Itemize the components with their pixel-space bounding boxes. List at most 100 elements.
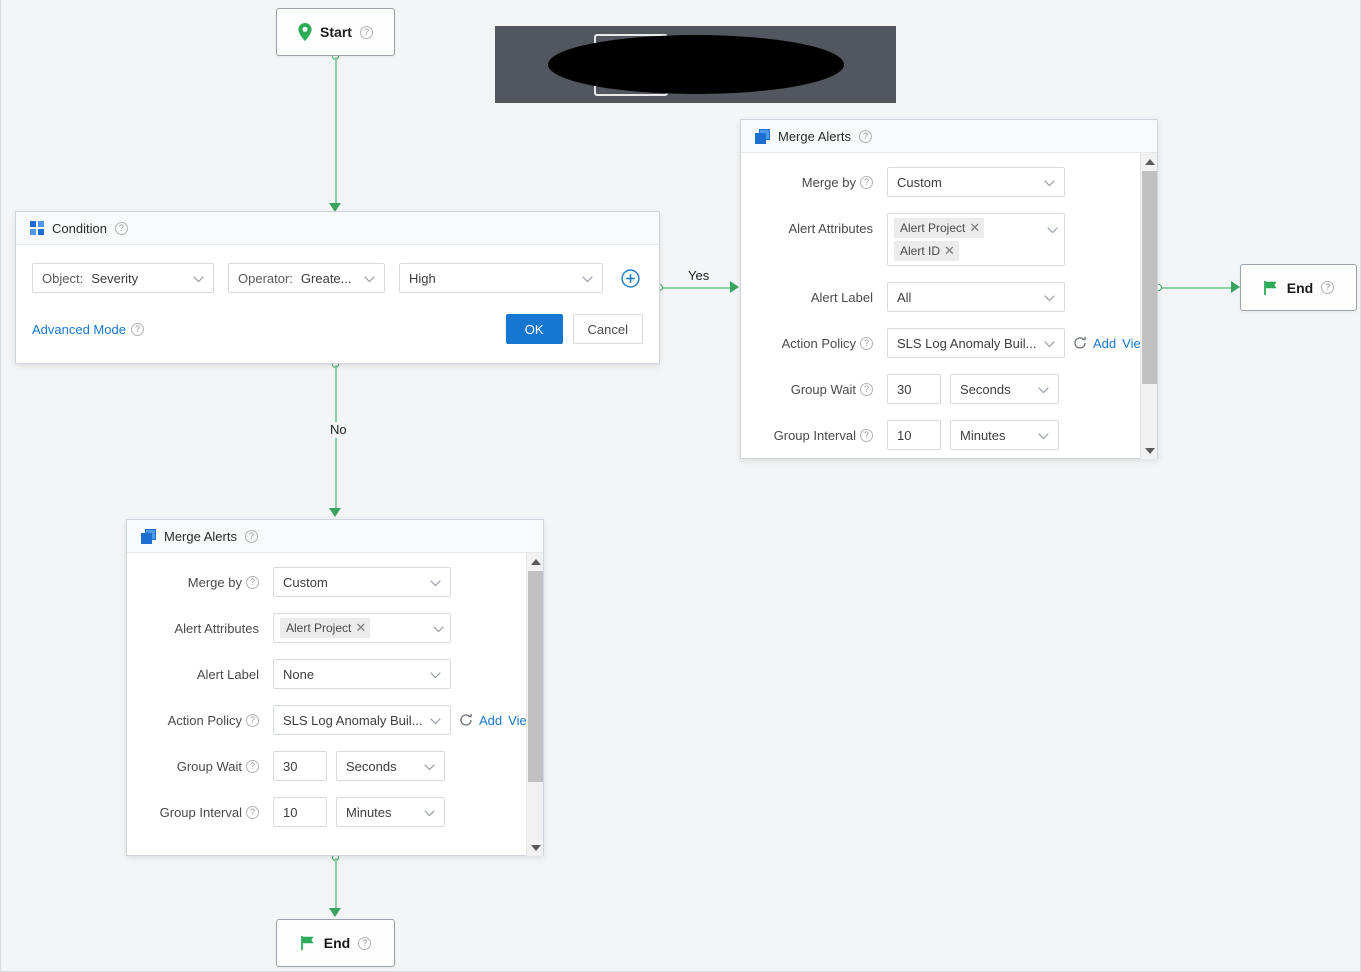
group-wait-help-icon[interactable]: ? [246,759,259,773]
merge-top-scrollbar[interactable] [1140,153,1157,459]
chevron-down-icon [364,271,375,286]
merge-top-merge-by-row: Merge by ? Custom [741,167,1157,197]
group-wait-help-icon[interactable]: ? [860,382,873,396]
cancel-button[interactable]: Cancel [572,314,643,344]
merge-top-alert-label-select[interactable]: All [887,282,1065,312]
merge-top-scrollbar-thumb[interactable] [1142,171,1157,384]
merge-top-alert-label-label-wrap: Alert Label [741,290,873,305]
attribute-tag-label: Alert ID [900,244,941,258]
remove-tag-icon[interactable]: ✕ [355,620,366,636]
merge-by-help-icon[interactable]: ? [246,575,259,589]
attribute-tag-label: Alert Project [900,221,966,235]
end-node-right-label: End [1286,279,1314,296]
merge-bottom-group-interval-value: 10 [283,804,298,820]
merge-top-action-policy-select[interactable]: SLS Log Anomaly Buil... [887,328,1065,358]
merge-bottom-group-interval-input[interactable]: 10 [273,797,327,827]
merge-bottom-title: Merge Alerts [164,528,237,544]
scroll-up-arrow-icon[interactable] [1141,153,1158,170]
start-node-label: Start [320,24,352,40]
merge-top-help-icon[interactable]: ? [858,129,872,143]
chevron-down-icon [1044,290,1055,305]
operator-select[interactable]: Operator: Greate... [228,263,385,293]
edge-merge-top-to-end [1162,286,1232,289]
merge-top-group-wait-input[interactable]: 30 [887,374,941,404]
grid-squares-icon [30,221,44,235]
ok-button[interactable]: OK [505,314,563,344]
merge-squares-icon [755,128,770,144]
merge-bottom-scrollbar-thumb[interactable] [528,571,543,782]
scroll-down-arrow-icon[interactable] [527,839,544,856]
merge-bottom-group-wait-unit-select[interactable]: Seconds [336,751,445,781]
scroll-up-arrow-icon[interactable] [527,553,544,570]
action-policy-add-link[interactable]: Add [1093,336,1116,351]
merge-top-attributes-row: Alert Attributes Alert Project ✕ Alert I… [741,213,1157,266]
attribute-tag[interactable]: Alert ID ✕ [894,241,959,261]
merge-top-group-interval-input[interactable]: 10 [887,420,941,450]
remove-tag-icon[interactable]: ✕ [944,243,955,259]
merge-bottom-alert-label-row: Alert Label None [127,659,543,689]
refresh-icon[interactable] [459,713,473,727]
action-policy-help-icon[interactable]: ? [860,336,873,350]
merge-top-group-wait-unit-select[interactable]: Seconds [950,374,1059,404]
merge-top-attributes-label: Alert Attributes [788,220,873,236]
merge-bottom-group-wait-input[interactable]: 30 [273,751,327,781]
plus-circle-icon[interactable] [621,268,640,288]
merge-alerts-panel-bottom[interactable]: Merge Alerts ? Merge by ? Custom Alert A… [126,519,544,856]
merge-top-merge-by-select[interactable]: Custom [887,167,1065,197]
workflow-canvas[interactable]: Yes No Start ? Condition ? Object: Sever… [1,0,1360,971]
merge-bottom-body: Merge by ? Custom Alert Attributes Alert… [127,553,543,856]
merge-top-group-wait-value: 30 [897,381,912,397]
merge-top-attributes-select[interactable]: Alert Project ✕ Alert ID ✕ [887,213,1065,266]
condition-help-icon[interactable]: ? [114,221,128,235]
action-policy-help-icon[interactable]: ? [246,713,259,727]
end-node-bottom[interactable]: End ? [276,919,395,967]
merge-alerts-panel-top[interactable]: Merge Alerts ? Merge by ? Custom Alert A… [740,119,1158,459]
chevron-down-icon [1044,175,1055,190]
group-interval-help-icon[interactable]: ? [860,428,873,442]
group-interval-help-icon[interactable]: ? [246,805,259,819]
merge-top-group-wait-label-wrap: Group Wait ? [741,382,873,397]
merge-bottom-group-interval-unit-select[interactable]: Minutes [336,797,445,827]
redaction-mask [548,35,844,94]
merge-bottom-attributes-select[interactable]: Alert Project ✕ [273,613,451,643]
condition-panel[interactable]: Condition ? Object: Severity Operator: G… [15,211,660,364]
chevron-down-icon [430,575,441,590]
refresh-icon[interactable] [1073,336,1087,350]
object-select[interactable]: Object: Severity [32,263,214,293]
remove-tag-icon[interactable]: ✕ [969,220,980,236]
merge-top-alert-label-value: All [897,289,912,305]
merge-bottom-scrollbar[interactable] [526,553,543,856]
chevron-down-icon [1038,382,1049,397]
flag-icon [1263,280,1279,296]
value-select-value: High [409,270,436,286]
end-right-help-icon[interactable]: ? [1321,281,1335,294]
scroll-down-arrow-icon[interactable] [1141,442,1158,459]
chevron-down-icon [1038,428,1049,443]
merge-top-attributes-label-wrap: Alert Attributes [741,213,873,243]
action-policy-add-link[interactable]: Add [479,713,502,728]
merge-top-group-interval-unit-select[interactable]: Minutes [950,420,1059,450]
merge-bottom-action-policy-select[interactable]: SLS Log Anomaly Buil... [273,705,451,735]
merge-top-merge-by-label: Merge by [801,174,856,190]
merge-top-group-interval-row: Group Interval ? 10 Minutes [741,420,1157,450]
attribute-tag[interactable]: Alert Project ✕ [280,618,371,638]
merge-bottom-help-icon[interactable]: ? [244,529,258,543]
edge-merge-bottom-to-end [334,858,337,910]
advanced-mode-help-icon[interactable]: ? [130,322,144,336]
merge-bottom-attributes-label: Alert Attributes [174,620,259,636]
start-node[interactable]: Start ? [276,8,395,56]
condition-panel-body: Object: Severity Operator: Greate... Hig… [16,245,659,344]
advanced-mode-link[interactable]: Advanced Mode [32,322,126,337]
end-bottom-help-icon[interactable]: ? [358,936,372,950]
merge-bottom-group-interval-label-wrap: Group Interval ? [127,805,259,820]
merge-top-group-interval-unit: Minutes [960,427,1006,443]
merge-bottom-alert-label-select[interactable]: None [273,659,451,689]
start-help-icon[interactable]: ? [359,25,373,39]
merge-top-action-policy-value: SLS Log Anomaly Buil... [897,335,1037,351]
merge-bottom-group-wait-label: Group Wait [176,758,242,774]
merge-bottom-merge-by-select[interactable]: Custom [273,567,451,597]
end-node-right[interactable]: End ? [1240,264,1357,311]
value-select[interactable]: High [399,263,603,293]
merge-by-help-icon[interactable]: ? [860,175,873,189]
attribute-tag[interactable]: Alert Project ✕ [894,218,985,238]
